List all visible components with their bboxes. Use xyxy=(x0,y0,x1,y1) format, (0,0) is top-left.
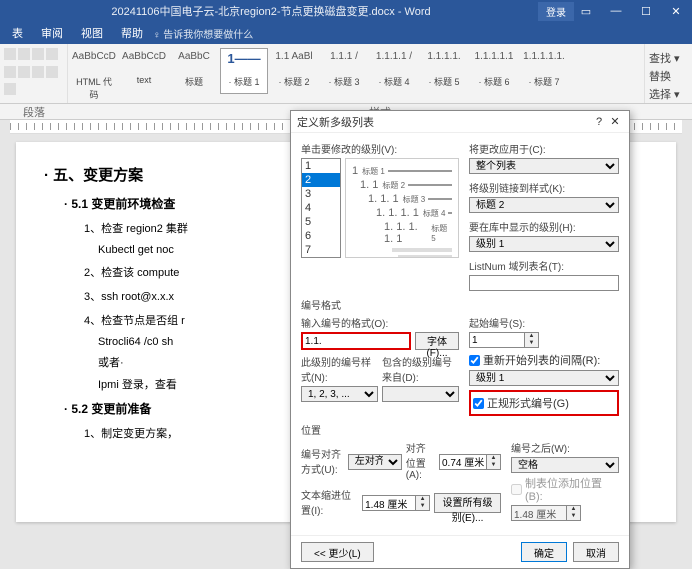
apply-to-select[interactable]: 整个列表 xyxy=(469,158,619,174)
style-· 标题 2[interactable]: 1.1 AaBl· 标题 2 xyxy=(270,48,318,94)
follow-select[interactable]: 空格 xyxy=(511,457,619,473)
align-at-spinner[interactable]: ▲▼ xyxy=(439,454,501,470)
align-select[interactable]: 左对齐 xyxy=(348,454,402,470)
tab-view[interactable]: 视图 xyxy=(73,23,111,43)
level-listbox[interactable]: 123456789 xyxy=(301,158,341,258)
style-· 标题 6[interactable]: 1.1.1.1.1· 标题 6 xyxy=(470,48,518,94)
label: 编号对齐方式(U): xyxy=(301,446,344,476)
label: 将更改应用于(C): xyxy=(469,141,619,156)
section-label: 位置 xyxy=(301,422,619,437)
label: 对齐位置(A): xyxy=(406,440,435,481)
select-button[interactable]: 选择 ▾ xyxy=(649,86,688,102)
label: ListNum 域列表名(T): xyxy=(469,258,619,273)
style-text[interactable]: AaBbCcDtext xyxy=(120,48,168,94)
tab-help[interactable]: 帮助 xyxy=(113,23,151,43)
para-icon[interactable] xyxy=(18,48,30,60)
style-· 标题 4[interactable]: 1.1.1.1 /· 标题 4 xyxy=(370,48,418,94)
doc-title: 20241106中国电子云-北京region2-节点更换磁盘变更.docx - … xyxy=(4,3,538,19)
para-icon[interactable] xyxy=(4,83,16,95)
link-style-select[interactable]: 标题 2 xyxy=(469,197,619,213)
formal-number-checkbox[interactable]: 正规形式编号(G) xyxy=(473,395,615,411)
style-标题[interactable]: AaBbC标题 xyxy=(170,48,218,94)
section-label: 编号格式 xyxy=(301,297,619,312)
find-button[interactable]: 查找 ▾ xyxy=(649,50,688,66)
close-icon[interactable]: ✕ xyxy=(607,115,623,128)
paragraph-group xyxy=(0,44,68,103)
tab-stop-spinner: ▲▼ xyxy=(511,505,619,521)
indent-spinner[interactable]: ▲▼ xyxy=(362,495,430,511)
label: 要在库中显示的级别(H): xyxy=(469,219,619,234)
label: 此级别的编号样式(N): xyxy=(301,354,378,384)
label: 编号之后(W): xyxy=(511,440,619,455)
level-preview: 1标题 11. 1标题 21. 1. 1标题 31. 1. 1. 1标题 41.… xyxy=(345,158,459,258)
multilevel-list-dialog: 定义新多级列表 ? ✕ 单击要修改的级别(V): 123456789 1标题 1… xyxy=(290,110,630,569)
para-icon[interactable] xyxy=(32,48,44,60)
number-style-select[interactable]: 1, 2, 3, ... xyxy=(301,386,378,402)
style-· 标题 7[interactable]: 1.1.1.1.1.· 标题 7 xyxy=(520,48,568,94)
set-all-levels-button[interactable]: 设置所有级别(E)... xyxy=(434,493,501,513)
label: 将级别链接到样式(K): xyxy=(469,180,619,195)
style-· 标题 3[interactable]: 1.1.1 /· 标题 3 xyxy=(320,48,368,94)
ok-button[interactable]: 确定 xyxy=(521,542,567,562)
editing-group: 查找 ▾ 替换 选择 ▾ xyxy=(644,44,692,103)
style-· 标题 5[interactable]: 1.1.1.1.· 标题 5 xyxy=(420,48,468,94)
ribbon: AaBbCcDcHTML 代码AaBbCcDtextAaBbC标题1——· 标题… xyxy=(0,44,692,104)
start-at-spinner[interactable]: ▲▼ xyxy=(469,332,539,348)
font-button[interactable]: 字体(F)... xyxy=(415,332,459,350)
group-label: 段落 xyxy=(0,104,68,119)
label: 起始编号(S): xyxy=(469,315,539,330)
number-format-input[interactable] xyxy=(301,332,411,350)
ribbon-options-icon[interactable]: ▭ xyxy=(574,5,598,18)
label: 输入编号的格式(O): xyxy=(301,315,459,330)
replace-button[interactable]: 替换 xyxy=(649,68,688,84)
para-icon[interactable] xyxy=(46,48,58,60)
label: 文本缩进位置(I): xyxy=(301,487,358,517)
close-icon[interactable]: ✕ xyxy=(664,5,688,18)
cancel-button[interactable]: 取消 xyxy=(573,542,619,562)
menubar: 表 审阅 视图 帮助 告诉我你想要做什么 xyxy=(0,22,692,44)
titlebar: 20241106中国电子云-北京region2-节点更换磁盘变更.docx - … xyxy=(0,0,692,22)
para-icon[interactable] xyxy=(46,66,58,78)
para-icon[interactable] xyxy=(32,66,44,78)
restart-checkbox[interactable]: 重新开始列表的间隔(R): xyxy=(469,352,619,368)
minimize-icon[interactable]: — xyxy=(604,5,628,18)
para-icon[interactable] xyxy=(18,66,30,78)
styles-gallery[interactable]: AaBbCcDcHTML 代码AaBbCcDtextAaBbC标题1——· 标题… xyxy=(68,44,644,103)
para-icon[interactable] xyxy=(4,48,16,60)
dialog-title: 定义新多级列表 xyxy=(297,114,591,130)
include-level-select[interactable] xyxy=(382,386,459,402)
para-icon[interactable] xyxy=(4,66,16,78)
listnum-input[interactable] xyxy=(469,275,619,291)
style-· 标题 1[interactable]: 1——· 标题 1 xyxy=(220,48,268,94)
less-button[interactable]: << 更少(L) xyxy=(301,542,374,562)
tab-review[interactable]: 审阅 xyxy=(33,23,71,43)
tell-me[interactable]: 告诉我你想要做什么 xyxy=(153,26,253,41)
label: 单击要修改的级别(V): xyxy=(301,141,459,156)
label: 包含的级别编号来自(D): xyxy=(382,354,459,384)
login-button[interactable]: 登录 xyxy=(538,2,574,21)
help-icon[interactable]: ? xyxy=(591,116,607,128)
tab-stop-checkbox[interactable]: 制表位添加位置(B): xyxy=(511,475,619,503)
dialog-titlebar: 定义新多级列表 ? ✕ xyxy=(291,111,629,133)
restart-level-select[interactable]: 级别 1 xyxy=(469,370,619,386)
gallery-level-select[interactable]: 级别 1 xyxy=(469,236,619,252)
maximize-icon[interactable]: ☐ xyxy=(634,5,658,18)
tab-table[interactable]: 表 xyxy=(4,23,31,43)
style-HTML 代码[interactable]: AaBbCcDcHTML 代码 xyxy=(70,48,118,94)
